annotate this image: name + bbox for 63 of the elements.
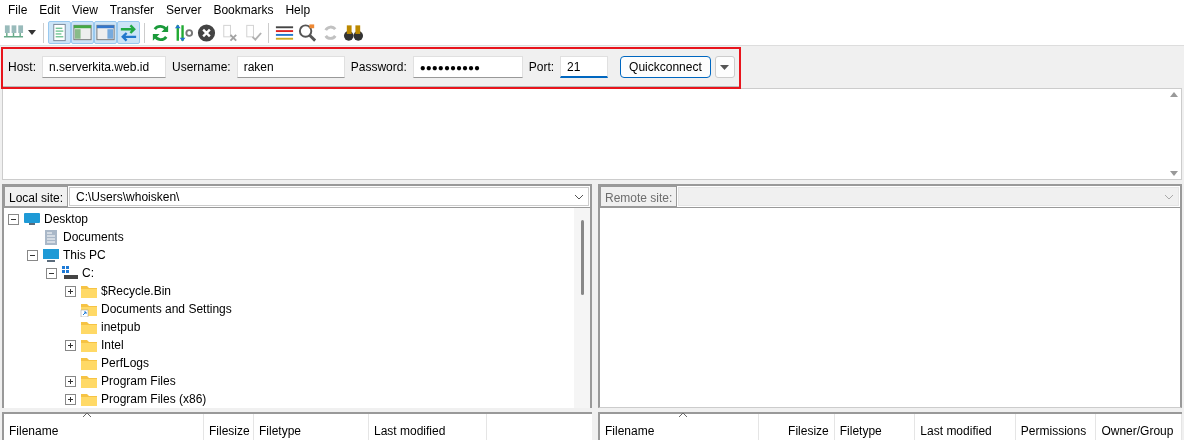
site-label: Remote site: [600, 186, 678, 207]
column-title[interactable]: Last modified [374, 424, 446, 438]
field-label: Password: [350, 59, 407, 76]
collapse-icon[interactable] [46, 267, 57, 279]
menu-item[interactable]: View [66, 0, 104, 20]
menu-item[interactable]: Edit [33, 0, 67, 20]
tree-item[interactable]: Documents [63, 228, 124, 246]
tree-item[interactable]: This PC [63, 246, 106, 264]
toolbar-button[interactable] [195, 21, 218, 44]
expand-icon[interactable] [65, 285, 76, 297]
expand-icon[interactable] [65, 339, 76, 351]
tree-item[interactable]: C: [82, 264, 94, 282]
monitor-icon [23, 211, 41, 227]
menu-item[interactable]: Transfer [103, 0, 161, 20]
input-field[interactable]: raken [236, 56, 345, 78]
collapse-icon[interactable] [27, 249, 38, 261]
folder-icon [80, 283, 98, 299]
dropdown-button[interactable] [714, 56, 735, 78]
menu-item[interactable]: File [2, 0, 34, 20]
collapse-icon[interactable] [8, 213, 19, 225]
password-field[interactable]: ●●●●●●●●●● [412, 56, 523, 78]
toolbar-button[interactable] [296, 21, 319, 44]
field-label: Port: [528, 59, 555, 76]
column-title[interactable]: Filetype [259, 424, 302, 438]
folder-icon [80, 355, 98, 371]
monitor-icon [42, 247, 60, 263]
tree-item[interactable]: inetpub [101, 318, 141, 336]
folder-icon [80, 391, 98, 407]
chevron-down-icon [1164, 193, 1174, 200]
column-title[interactable]: Filename [9, 424, 59, 438]
expand-icon[interactable] [65, 393, 76, 405]
scroll-down-icon [1170, 171, 1178, 176]
tree-item[interactable]: $Recycle.Bin [101, 282, 172, 300]
folder-shortcut-icon [80, 301, 98, 317]
menu-item[interactable]: Help [279, 0, 317, 20]
chevron-down-icon [574, 193, 584, 200]
document-icon [42, 229, 60, 245]
drive-icon [61, 265, 79, 281]
tree-item[interactable]: Program Files (x86) [101, 390, 207, 408]
menu-item[interactable]: Server [160, 0, 208, 20]
path-text: C:\Users\whoisken\ [76, 188, 180, 206]
tree-item[interactable]: Intel [101, 336, 124, 354]
caret-icon [720, 64, 730, 70]
tree-item[interactable]: Documents and Settings [101, 300, 232, 318]
folder-icon [80, 337, 98, 353]
expand-icon[interactable] [65, 375, 76, 387]
path-combobox[interactable]: C:\Users\whoisken\ [69, 187, 589, 206]
tree-item[interactable]: Program Files [101, 372, 176, 390]
site-label: Local site: [4, 186, 69, 207]
field-label: Host: [8, 59, 36, 76]
scroll-up-icon [1170, 92, 1178, 97]
folder-icon [80, 319, 98, 335]
caret-icon [28, 30, 36, 35]
quickconnect-button[interactable]: Quickconnect [620, 56, 711, 78]
tree-item[interactable]: Desktop [44, 210, 89, 228]
field-label: Username: [172, 59, 231, 76]
menu-item[interactable]: Bookmarks [207, 0, 280, 20]
column-title[interactable]: Filesize [209, 424, 250, 438]
input-field[interactable]: n.serverkita.web.id [42, 56, 166, 78]
folder-icon [80, 373, 98, 389]
tree-item[interactable]: PerfLogs [101, 354, 150, 372]
input-field[interactable]: 21 [560, 56, 609, 78]
scrollbar[interactable] [574, 208, 590, 408]
